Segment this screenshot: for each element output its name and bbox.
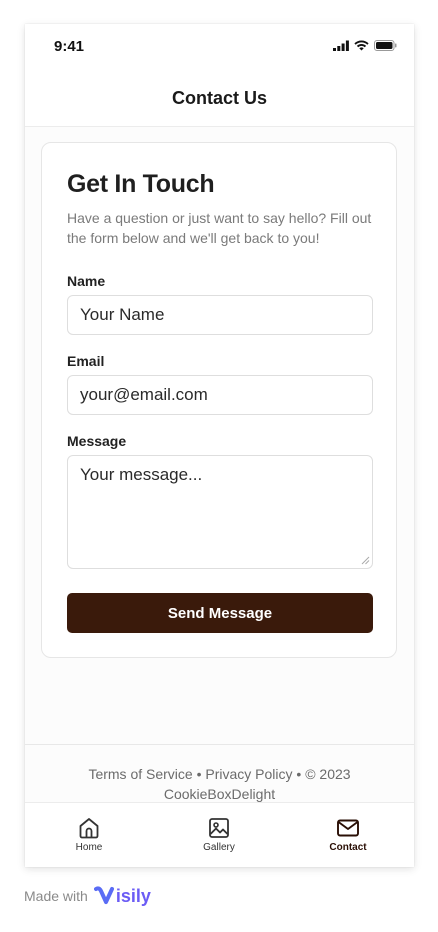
status-time: 9:41 bbox=[54, 38, 85, 55]
wifi-icon bbox=[354, 40, 369, 51]
footer-brand: CookieBoxDelight bbox=[163, 786, 276, 802]
name-label: Name bbox=[67, 273, 106, 289]
footer-separator: • bbox=[192, 766, 206, 782]
form-description: Have a question or just want to say hell… bbox=[67, 210, 372, 246]
nav-label-contact: Contact bbox=[329, 842, 367, 853]
email-input[interactable] bbox=[67, 375, 373, 415]
image-icon bbox=[209, 818, 229, 838]
footer: Terms of Service • Privacy Policy • © 20… bbox=[25, 744, 414, 802]
battery-icon bbox=[374, 40, 397, 51]
privacy-link[interactable]: Privacy Policy bbox=[205, 766, 292, 782]
terms-link[interactable]: Terms of Service bbox=[88, 766, 192, 782]
visily-logo-text: isily bbox=[115, 885, 151, 906]
status-bar: 9:41 bbox=[25, 24, 414, 70]
made-with-badge[interactable]: Made with isily bbox=[24, 884, 151, 908]
copyright-text: © 2023 bbox=[305, 766, 351, 782]
bottom-nav: Home Gallery Contact bbox=[25, 802, 414, 867]
page-title: Contact Us bbox=[171, 87, 267, 108]
home-icon bbox=[79, 818, 99, 839]
nav-label-home: Home bbox=[75, 842, 103, 853]
contact-form-card: Get In Touch Have a question or just wan… bbox=[41, 142, 397, 658]
visily-v-icon bbox=[93, 886, 114, 904]
nav-item-home[interactable]: Home bbox=[44, 803, 134, 867]
email-label: Email bbox=[67, 353, 105, 369]
send-message-button[interactable]: Send Message bbox=[67, 593, 373, 633]
mail-icon bbox=[337, 819, 359, 837]
phone-frame: 9:41 Contact Us Get In Touch Have a ques… bbox=[25, 24, 414, 867]
visily-logo: isily bbox=[93, 884, 151, 908]
status-icons bbox=[333, 40, 397, 51]
form-title: Get In Touch bbox=[67, 170, 215, 198]
nav-label-gallery: Gallery bbox=[203, 842, 235, 853]
message-label: Message bbox=[67, 433, 127, 449]
footer-line-1: Terms of Service • Privacy Policy • © 20… bbox=[25, 764, 414, 784]
resize-grip-icon[interactable] bbox=[360, 555, 370, 565]
app-header: Contact Us bbox=[25, 70, 414, 127]
nav-item-gallery[interactable]: Gallery bbox=[174, 803, 264, 867]
footer-separator: • bbox=[292, 766, 306, 782]
message-textarea[interactable] bbox=[67, 455, 373, 569]
name-input[interactable] bbox=[67, 295, 373, 335]
nav-item-contact[interactable]: Contact bbox=[303, 803, 393, 867]
signal-icon bbox=[333, 40, 349, 51]
made-with-text: Made with bbox=[24, 888, 88, 904]
